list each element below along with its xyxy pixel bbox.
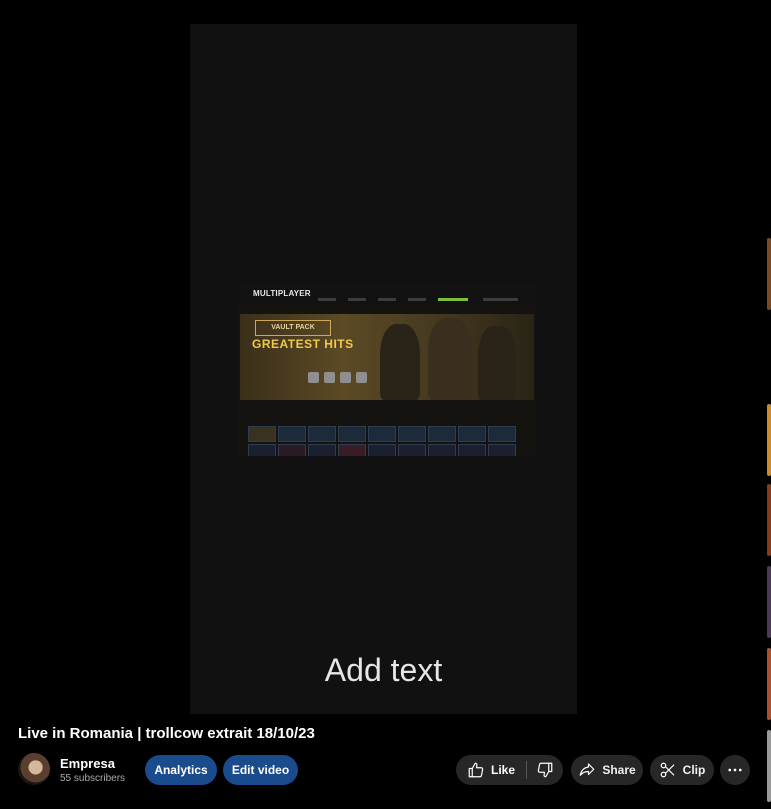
thumbnail-row — [248, 426, 526, 442]
edit-video-button-label: Edit video — [231, 763, 290, 777]
soldier-figure — [478, 326, 516, 400]
analytics-button-label: Analytics — [154, 763, 208, 777]
like-label: Like — [490, 763, 515, 777]
like-dislike-group: Like — [456, 755, 563, 785]
recommendation-thumb[interactable] — [767, 238, 771, 310]
edit-video-button[interactable]: Edit video — [223, 755, 298, 785]
recommendation-thumb[interactable] — [767, 404, 771, 476]
video-caption: Add text — [324, 652, 443, 688]
recommendation-thumb[interactable] — [767, 484, 771, 556]
channel-name[interactable]: Empresa — [60, 756, 115, 771]
banner-badge: VAULT PACK — [255, 320, 331, 336]
share-label: Share — [602, 763, 636, 777]
share-arrow-icon — [579, 763, 595, 776]
more-actions-button[interactable] — [720, 755, 750, 785]
clip-button[interactable]: Clip — [650, 755, 714, 785]
game-banner: VAULT PACK GREATEST HITS — [240, 314, 534, 400]
thumbs-up-icon — [468, 762, 484, 778]
recommendation-thumb[interactable] — [767, 730, 771, 802]
video-frame: MULTIPLAYER VAULT PACK GREATEST HITS — [238, 284, 536, 456]
soldier-figure — [380, 324, 420, 400]
thumbs-down-icon — [537, 762, 553, 778]
scissors-icon — [660, 762, 675, 778]
soldier-figure — [428, 318, 472, 400]
clip-label: Clip — [682, 763, 706, 777]
game-mode-title: MULTIPLAYER — [253, 289, 311, 298]
more-dots-icon — [728, 768, 742, 772]
recommendation-thumb[interactable] — [767, 566, 771, 638]
dislike-button[interactable] — [527, 755, 563, 785]
thumbnail-row — [248, 444, 526, 456]
banner-title: GREATEST HITS — [252, 337, 354, 351]
share-button[interactable]: Share — [571, 755, 643, 785]
recommendation-thumb[interactable] — [767, 648, 771, 720]
subscriber-count: 55 subscribers — [60, 773, 126, 784]
channel-avatar[interactable] — [18, 753, 50, 785]
video-title: Live in Romania | trollcow extrait 18/10… — [18, 725, 315, 742]
video-player[interactable]: MULTIPLAYER VAULT PACK GREATEST HITS Add… — [190, 24, 577, 714]
analytics-button[interactable]: Analytics — [145, 755, 217, 785]
like-button[interactable]: Like — [456, 755, 526, 785]
